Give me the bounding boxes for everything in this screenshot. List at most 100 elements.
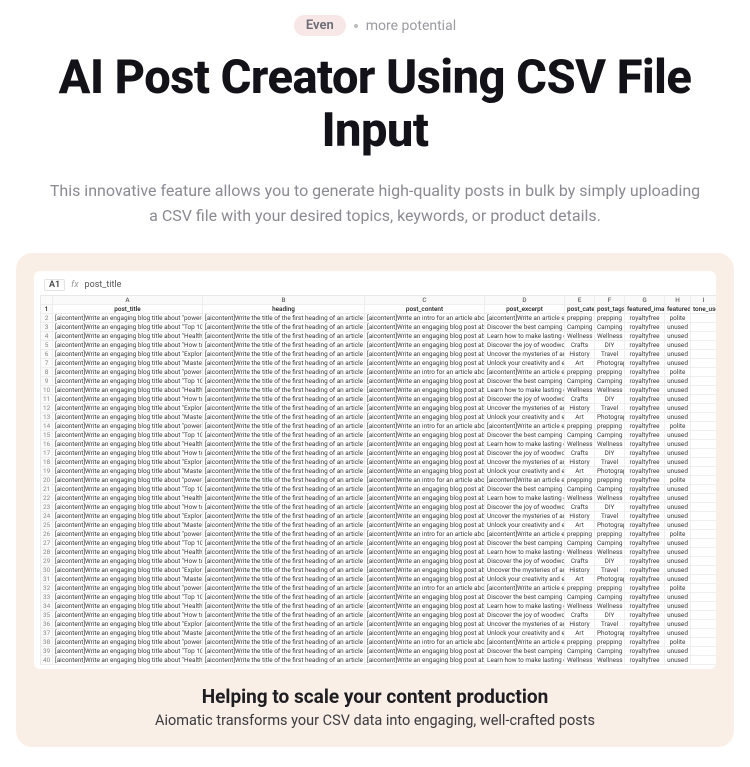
page-root: Even more potential AI Post Creator Usin… [0, 0, 750, 767]
cell: royaltyfree [625, 467, 665, 476]
cell: [aicontent]Write the title of the first … [203, 422, 365, 431]
cell: [aicontent]Write the title of the first … [203, 557, 365, 566]
cell: prepping [595, 476, 625, 485]
column-header: A [53, 296, 203, 305]
table-row: 11[aicontent]Write an engaging blog titl… [41, 395, 716, 404]
cell: [aicontent]Write an intro for an article… [365, 638, 485, 647]
table-row: 8[aicontent]Write an engaging blog title… [41, 368, 716, 377]
cell: Uncover the mysteries of ancient Greece … [485, 620, 565, 629]
cell [691, 521, 716, 530]
cell: [aicontent]Write the title of the first … [203, 593, 365, 602]
cell: unused [665, 395, 691, 404]
cell: [aicontent]Write an engaging blog title … [53, 656, 203, 665]
cell: [aicontent]Write the title of the first … [203, 440, 365, 449]
cell: Photography [595, 575, 625, 584]
cell: unused [665, 656, 691, 665]
cell [691, 314, 716, 323]
cell: royaltyfree [625, 449, 665, 458]
column-header: C [365, 296, 485, 305]
cell: Learn how to make lasting changes in you… [485, 386, 565, 395]
cell: Crafts [565, 611, 595, 620]
table-row: 29[aicontent]Write an engaging blog titl… [41, 557, 716, 566]
column-header: D [485, 296, 565, 305]
cell: Crafts [565, 341, 595, 350]
cell: [aicontent]Write the title of the first … [203, 512, 365, 521]
cell [691, 440, 716, 449]
cell: Wellness [565, 440, 595, 449]
cell: DIY [595, 449, 625, 458]
cell: [aicontent]Write an engaging blog post a… [365, 449, 485, 458]
cell: unused [665, 413, 691, 422]
cell [691, 548, 716, 557]
cell: [aicontent]Write the title of the first … [203, 332, 365, 341]
table-row: 31[aicontent]Write an engaging blog titl… [41, 575, 716, 584]
table-row: 34[aicontent]Write an engaging blog titl… [41, 602, 716, 611]
table-row: 25[aicontent]Write an engaging blog titl… [41, 521, 716, 530]
cell: royaltyfree [625, 629, 665, 638]
cell: [aicontent]Write an engaging blog post a… [365, 566, 485, 575]
cell: [aicontent]Write an engaging blog title … [53, 449, 203, 458]
cell: [aicontent]Write an intro for an article… [365, 584, 485, 593]
cell [691, 620, 716, 629]
cell: royaltyfree [625, 548, 665, 557]
cell: royaltyfree [625, 413, 665, 422]
cell: unused [665, 377, 691, 386]
cell: [aicontent]Write an engaging blog post a… [365, 323, 485, 332]
cell: [aicontent]Write an engaging blog title … [53, 314, 203, 323]
cell: [aicontent]Write the title of the first … [203, 575, 365, 584]
cell: Discover the best camping destinations a… [485, 539, 565, 548]
cell: [aicontent]Write an engaging blog post a… [365, 413, 485, 422]
cell: [aicontent]Write the title of the first … [203, 566, 365, 575]
panel-caption: Aiomatic transforms your CSV data into e… [34, 712, 716, 729]
cell: Discover the joy of woodworking and bird… [485, 341, 565, 350]
cell: unused [665, 467, 691, 476]
cell: Wellness [595, 386, 625, 395]
field-header-cell: post_excerpt [485, 305, 565, 314]
cell [691, 341, 716, 350]
cell [691, 539, 716, 548]
cell: [aicontent]Write an engaging blog post a… [365, 485, 485, 494]
cell: unused [665, 386, 691, 395]
cell: [aicontent]Write an engaging blog title … [53, 494, 203, 503]
cell: [aicontent]Write an engaging blog title … [53, 647, 203, 656]
cell: unused [665, 359, 691, 368]
cell [691, 404, 716, 413]
cell: royaltyfree [625, 656, 665, 665]
cell: Camping [565, 323, 595, 332]
cell: royaltyfree [625, 557, 665, 566]
table-row: 16[aicontent]Write an engaging blog titl… [41, 440, 716, 449]
cell: [aicontent]Write an engaging blog title … [53, 485, 203, 494]
cell: [aicontent]Write an article excerpt abou… [485, 422, 565, 431]
cell: Discover the joy of woodworking and bird… [485, 557, 565, 566]
feature-panel: A1 fx post_title ABCDEFGHI1post_titlehea… [16, 253, 734, 747]
table-row: 13[aicontent]Write an engaging blog titl… [41, 413, 716, 422]
table-row: 38[aicontent]Write an engaging blog titl… [41, 638, 716, 647]
cell: Discover the joy of woodworking and bird… [485, 395, 565, 404]
cell: [aicontent]Write an engaging blog post a… [365, 521, 485, 530]
cell: [aicontent]Write an intro for an article… [365, 476, 485, 485]
cell: unused [665, 557, 691, 566]
cell: Wellness [595, 548, 625, 557]
cell [691, 449, 716, 458]
cell: [aicontent]Write an engaging blog title … [53, 476, 203, 485]
cell [691, 323, 716, 332]
cell: DIY [595, 557, 625, 566]
cell: [aicontent]Write an engaging blog title … [53, 341, 203, 350]
cell: royaltyfree [625, 620, 665, 629]
cell: Learn how to make lasting changes in you… [485, 440, 565, 449]
badge-pill: Even [294, 15, 346, 36]
cell: Camping [565, 431, 595, 440]
cell: [aicontent]Write an engaging blog title … [53, 539, 203, 548]
cell: Camping [595, 593, 625, 602]
cell: polite [665, 584, 691, 593]
cell: [aicontent]Write the title of the first … [203, 539, 365, 548]
cell: unused [665, 485, 691, 494]
cell: [aicontent]Write an engaging blog post a… [365, 431, 485, 440]
cell: [aicontent]Write the title of the first … [203, 476, 365, 485]
cell: prepping [595, 314, 625, 323]
cell: [aicontent]Write an engaging blog title … [53, 323, 203, 332]
table-row: 28[aicontent]Write an engaging blog titl… [41, 548, 716, 557]
cell: [aicontent]Write an engaging blog post a… [365, 620, 485, 629]
cell: prepping [565, 530, 595, 539]
cell: royaltyfree [625, 503, 665, 512]
